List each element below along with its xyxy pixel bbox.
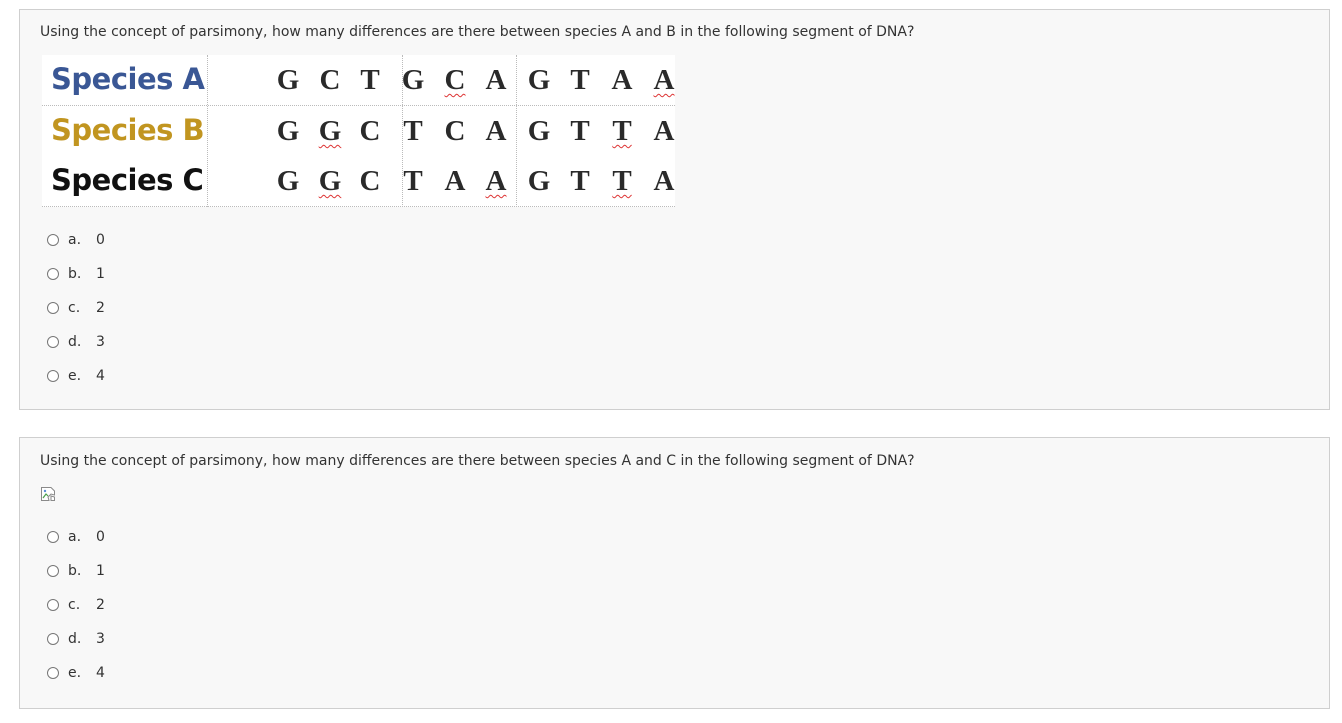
- base: G: [276, 165, 300, 197]
- base: T: [403, 165, 423, 197]
- base: A: [485, 64, 507, 96]
- option-value: 2: [96, 300, 105, 316]
- base: A: [653, 165, 675, 197]
- species-a-label: Species A: [51, 62, 205, 96]
- option-e[interactable]: e. 4: [47, 367, 105, 385]
- dna-row-species-a: Species A G C T G C A G T A A: [42, 55, 675, 105]
- base: T: [403, 115, 423, 147]
- dna-row-species-c: Species C G G C T A A G T T A: [42, 156, 675, 206]
- base: A: [485, 165, 507, 197]
- option-d[interactable]: d. 3: [47, 333, 105, 351]
- base: G: [318, 165, 342, 197]
- base: C: [359, 165, 381, 197]
- base: T: [360, 64, 380, 96]
- option-b[interactable]: b. 1: [47, 562, 105, 580]
- base: G: [318, 115, 342, 147]
- base: T: [570, 165, 590, 197]
- base: T: [612, 115, 632, 147]
- base: C: [359, 115, 381, 147]
- base: T: [570, 64, 590, 96]
- radio-button[interactable]: [47, 531, 59, 543]
- radio-button[interactable]: [47, 633, 59, 645]
- radio-button[interactable]: [47, 302, 59, 314]
- option-a[interactable]: a. 0: [47, 231, 105, 249]
- dna-row-species-b: Species B G G C T C A G T T A: [42, 106, 675, 156]
- dna-sequence-table: Species A G C T G C A G T A A Species B …: [42, 55, 675, 207]
- species-c-label: Species C: [51, 163, 204, 197]
- option-value: 3: [96, 334, 105, 350]
- base: G: [527, 115, 551, 147]
- radio-button[interactable]: [47, 667, 59, 679]
- radio-button[interactable]: [47, 565, 59, 577]
- question-card-1: Using the concept of parsimony, how many…: [19, 9, 1330, 410]
- option-value: 0: [96, 232, 105, 248]
- base: A: [485, 115, 507, 147]
- base: G: [527, 165, 551, 197]
- base: A: [444, 165, 466, 197]
- option-value: 4: [96, 368, 105, 384]
- option-letter: c.: [68, 300, 81, 316]
- option-value: 1: [96, 266, 105, 282]
- radio-button[interactable]: [47, 336, 59, 348]
- option-letter: b.: [68, 266, 82, 282]
- radio-button[interactable]: [47, 268, 59, 280]
- option-letter: a.: [68, 232, 82, 248]
- option-letter: a.: [68, 529, 82, 545]
- broken-image-icon: [41, 487, 55, 501]
- question-text: Using the concept of parsimony, how many…: [40, 24, 915, 40]
- base: T: [570, 115, 590, 147]
- base: G: [276, 115, 300, 147]
- base: C: [319, 64, 341, 96]
- option-b[interactable]: b. 1: [47, 265, 105, 283]
- option-letter: d.: [68, 631, 82, 647]
- base: A: [611, 64, 633, 96]
- option-c[interactable]: c. 2: [47, 299, 105, 317]
- option-d[interactable]: d. 3: [47, 630, 105, 648]
- option-letter: b.: [68, 563, 82, 579]
- option-letter: e.: [68, 665, 82, 681]
- option-e[interactable]: e. 4: [47, 664, 105, 682]
- option-value: 1: [96, 563, 105, 579]
- base: G: [527, 64, 551, 96]
- question-text: Using the concept of parsimony, how many…: [40, 453, 915, 469]
- option-value: 3: [96, 631, 105, 647]
- option-value: 0: [96, 529, 105, 545]
- base: C: [444, 64, 466, 96]
- base: T: [612, 165, 632, 197]
- base: C: [444, 115, 466, 147]
- base: A: [653, 64, 675, 96]
- species-b-label: Species B: [51, 113, 205, 147]
- option-c[interactable]: c. 2: [47, 596, 105, 614]
- radio-button[interactable]: [47, 234, 59, 246]
- option-a[interactable]: a. 0: [47, 528, 105, 546]
- option-value: 4: [96, 665, 105, 681]
- radio-button[interactable]: [47, 370, 59, 382]
- option-value: 2: [96, 597, 105, 613]
- base: G: [276, 64, 300, 96]
- base: G: [401, 64, 425, 96]
- option-letter: c.: [68, 597, 81, 613]
- base: A: [653, 115, 675, 147]
- option-letter: e.: [68, 368, 82, 384]
- option-letter: d.: [68, 334, 82, 350]
- radio-button[interactable]: [47, 599, 59, 611]
- question-card-2: Using the concept of parsimony, how many…: [19, 437, 1330, 709]
